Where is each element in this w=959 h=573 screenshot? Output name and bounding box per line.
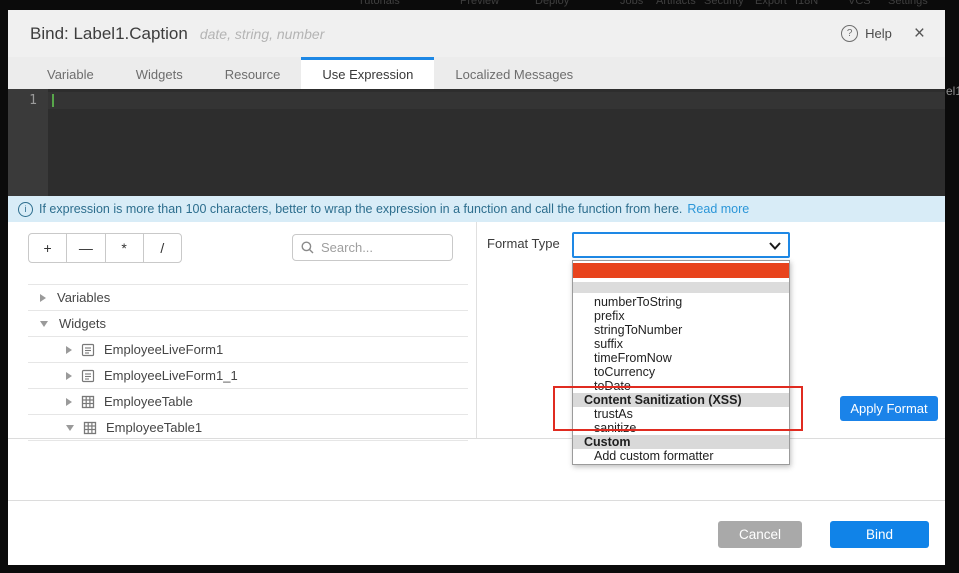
search-box — [292, 234, 453, 261]
tab-widgets[interactable]: Widgets — [115, 57, 204, 89]
dropdown-group-custom: Custom — [573, 435, 789, 449]
background-edge-right: el1 — [945, 0, 959, 573]
binding-source-tree: Variables Widgets EmployeeLiveForm1 Empl… — [28, 284, 468, 441]
tree-item-employeetable[interactable]: EmployeeTable — [28, 389, 468, 415]
read-more-link[interactable]: Read more — [687, 202, 749, 216]
multiply-operator-button[interactable]: * — [106, 234, 144, 262]
background-menu-item: Settings — [888, 0, 928, 7]
background-menu-item: Jobs — [620, 0, 643, 7]
footer-divider — [8, 500, 945, 501]
close-icon[interactable]: × — [914, 24, 925, 43]
background-menu-item: Tutorials — [358, 0, 400, 7]
tree-item-employeetable1[interactable]: EmployeeTable1 — [28, 415, 468, 441]
cancel-button[interactable]: Cancel — [718, 521, 802, 548]
search-input[interactable] — [319, 239, 443, 256]
tab-variable[interactable]: Variable — [26, 57, 115, 89]
dropdown-option-timefromnow[interactable]: timeFromNow — [573, 351, 789, 365]
info-bar: i If expression is more than 100 charact… — [8, 196, 945, 222]
dropdown-option-prefix[interactable]: prefix — [573, 309, 789, 323]
dialog-subtitle: date, string, number — [200, 26, 325, 42]
tree-item-employeeliveform1[interactable]: EmployeeLiveForm1 — [28, 337, 468, 363]
chevron-down-icon[interactable] — [40, 321, 48, 327]
tab-use-expression[interactable]: Use Expression — [301, 57, 434, 89]
chevron-right-icon[interactable] — [40, 294, 46, 302]
help-link[interactable]: Help — [865, 26, 892, 41]
form-icon — [81, 369, 95, 383]
editor-caret — [52, 94, 54, 107]
help-icon[interactable]: ? — [841, 25, 858, 42]
dropdown-option-tocurrency[interactable]: toCurrency — [573, 365, 789, 379]
bind-button[interactable]: Bind — [830, 521, 929, 548]
background-menu-item: VCS — [848, 0, 871, 7]
table-icon — [81, 395, 95, 409]
dialog-header: Bind: Label1.Caption date, string, numbe… — [8, 10, 945, 57]
plus-operator-button[interactable]: + — [29, 234, 67, 262]
editor-active-line — [48, 92, 945, 109]
dialog-tabbar: Variable Widgets Resource Use Expression… — [8, 57, 945, 89]
table-icon — [83, 421, 97, 435]
apply-format-button[interactable]: Apply Format — [840, 396, 938, 421]
tree-item-widgets[interactable]: Widgets — [28, 311, 468, 337]
divide-operator-button[interactable]: / — [144, 234, 181, 262]
tab-localized-messages[interactable]: Localized Messages — [434, 57, 594, 89]
background-menu-item: Deploy — [535, 0, 569, 7]
dropdown-option-numbertostring[interactable]: numberToString — [573, 295, 789, 309]
background-edge-bottom — [0, 565, 959, 573]
dialog-title: Bind: Label1.Caption — [30, 24, 188, 44]
info-message: If expression is more than 100 character… — [39, 202, 682, 216]
background-menu-item: I18N — [795, 0, 818, 7]
format-type-dropdown-list: numberToString prefix stringToNumber suf… — [572, 260, 790, 465]
background-menu-item: Preview — [460, 0, 499, 7]
info-icon: i — [18, 202, 33, 217]
background-app-menubar: Tutorials Preview Deploy Jobs Artifacts … — [0, 0, 959, 10]
panel-divider-vertical — [476, 222, 477, 438]
annotation-highlight-rectangle — [553, 386, 803, 431]
background-text-fragment: el1 — [946, 84, 959, 98]
format-type-select[interactable] — [572, 232, 790, 258]
bind-dialog: Bind: Label1.Caption date, string, numbe… — [8, 10, 945, 565]
editor-gutter: 1 — [8, 89, 48, 196]
operator-button-group: + — * / — [28, 233, 182, 263]
tree-item-variables[interactable]: Variables — [28, 285, 468, 311]
background-menu-item: Security — [704, 0, 744, 7]
dropdown-option-suffix[interactable]: suffix — [573, 337, 789, 351]
chevron-right-icon[interactable] — [66, 398, 72, 406]
tree-item-employeeliveform1-1[interactable]: EmployeeLiveForm1_1 — [28, 363, 468, 389]
form-icon — [81, 343, 95, 357]
dropdown-group-header-blank — [573, 282, 789, 293]
chevron-down-icon[interactable] — [66, 425, 74, 431]
background-edge-left — [0, 0, 8, 573]
background-menu-item: Export — [755, 0, 787, 7]
expression-editor[interactable]: 1 — [8, 89, 945, 196]
chevron-down-icon — [769, 242, 781, 250]
dropdown-option-add-custom-formatter[interactable]: Add custom formatter — [573, 449, 789, 463]
search-icon — [301, 241, 314, 254]
tab-resource[interactable]: Resource — [204, 57, 302, 89]
minus-operator-button[interactable]: — — [67, 234, 105, 262]
chevron-right-icon[interactable] — [66, 346, 72, 354]
dialog-body: + — * / Variables Widgets — [8, 222, 945, 500]
background-menu-item: Artifacts — [656, 0, 696, 7]
editor-line-number: 1 — [29, 93, 37, 108]
format-type-label: Format Type — [487, 236, 560, 251]
dropdown-option-blank-highlighted[interactable] — [573, 263, 789, 278]
dropdown-option-stringtonumber[interactable]: stringToNumber — [573, 323, 789, 337]
chevron-right-icon[interactable] — [66, 372, 72, 380]
